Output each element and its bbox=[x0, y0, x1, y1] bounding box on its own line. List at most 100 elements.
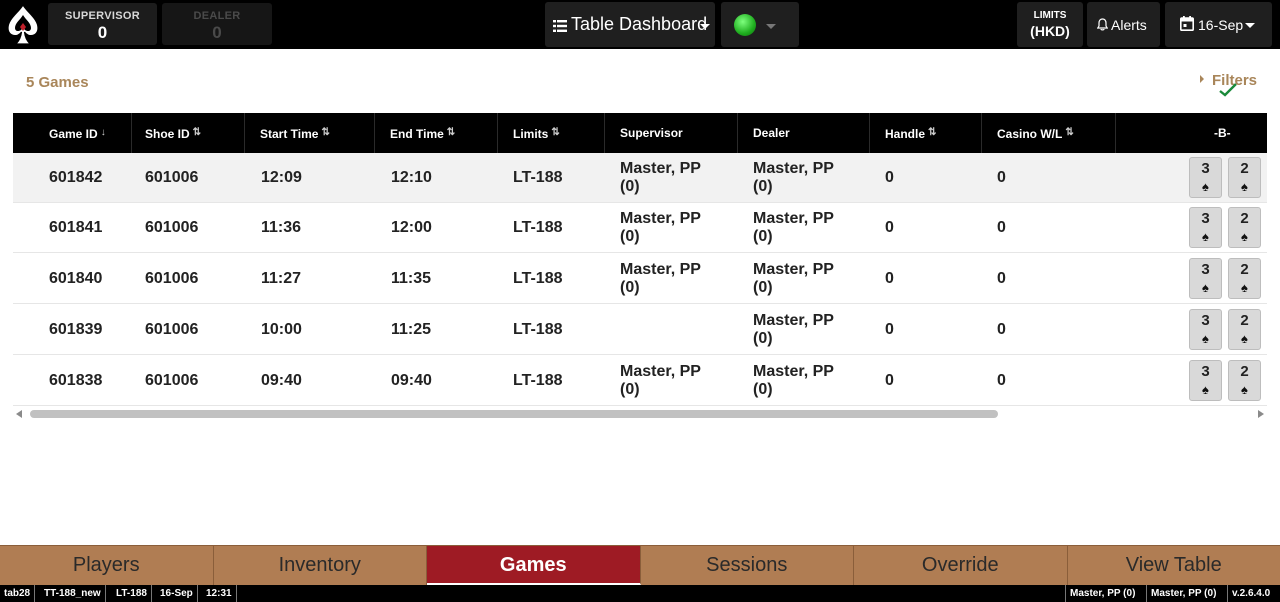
cell-supervisor: Master, PP (0) bbox=[620, 160, 701, 195]
status-date: 16-Sep bbox=[156, 585, 198, 602]
cell-shoe-id: 601006 bbox=[145, 321, 199, 338]
sort-icon: ⇅ bbox=[1065, 127, 1074, 138]
col-header-game-id[interactable]: Game ID ↓ bbox=[49, 113, 106, 153]
date-label: 16-Sep bbox=[1198, 17, 1244, 33]
cell-handle: 0 bbox=[885, 270, 894, 287]
table-row[interactable]: 601838 601006 09:40 09:40 LT-188 Master,… bbox=[13, 356, 1267, 406]
table-row[interactable]: 601839 601006 10:00 11:25 LT-188 Master,… bbox=[13, 305, 1267, 355]
spade-icon: ♠ bbox=[1241, 331, 1248, 346]
col-header-start-time[interactable]: Start Time ⇅ bbox=[260, 113, 330, 153]
cell-handle: 0 bbox=[885, 219, 894, 236]
cell-limits: LT-188 bbox=[513, 219, 563, 236]
spade-icon: ♠ bbox=[1241, 382, 1248, 397]
cell-game-id: 601838 bbox=[49, 372, 103, 389]
tab-inventory[interactable]: Inventory bbox=[214, 546, 427, 585]
filters-toggle[interactable]: Filters bbox=[1200, 72, 1257, 97]
spade-icon: ♠ bbox=[1202, 229, 1209, 244]
cell-start-time: 10:00 bbox=[261, 321, 302, 338]
cell-casino-wl: 0 bbox=[997, 169, 1006, 186]
cell-end-time: 09:40 bbox=[391, 372, 432, 389]
scroll-left-icon[interactable] bbox=[16, 410, 22, 418]
tab-games[interactable]: Games bbox=[427, 546, 641, 585]
alerts-button[interactable]: Alerts bbox=[1087, 2, 1160, 47]
playing-card: 3 ♠ bbox=[1189, 207, 1222, 248]
bell-icon bbox=[1097, 18, 1108, 31]
cell-end-time: 11:25 bbox=[391, 321, 432, 338]
cell-limits: LT-188 bbox=[513, 169, 563, 186]
dealer-count: DEALER 0 bbox=[162, 3, 272, 45]
status-limits: LT-188 bbox=[112, 585, 152, 602]
cell-start-time: 11:36 bbox=[261, 219, 302, 236]
table-dashboard-dropdown[interactable]: Table Dashboard bbox=[545, 2, 715, 47]
playing-card: 3 ♠ bbox=[1189, 309, 1222, 350]
scroll-right-icon[interactable] bbox=[1258, 410, 1264, 418]
chevron-right-icon bbox=[1200, 75, 1204, 83]
chevron-down-icon bbox=[766, 24, 776, 29]
status-dealer: Master, PP (0) bbox=[1146, 585, 1220, 602]
cell-shoe-id: 601006 bbox=[145, 270, 199, 287]
cell-game-id: 601842 bbox=[49, 169, 103, 186]
cell-handle: 0 bbox=[885, 321, 894, 338]
tab-view-table[interactable]: View Table bbox=[1068, 546, 1280, 585]
cell-supervisor: Master, PP (0) bbox=[620, 210, 701, 245]
cell-start-time: 11:27 bbox=[261, 270, 302, 287]
col-header-banker: -B- bbox=[1214, 126, 1231, 140]
table-horizontal-scrollbar[interactable] bbox=[13, 406, 1267, 422]
cell-casino-wl: 0 bbox=[997, 321, 1006, 338]
limits-button[interactable]: LIMITS (HKD) bbox=[1017, 2, 1083, 47]
cell-supervisor: Master, PP (0) bbox=[620, 261, 701, 296]
cell-limits: LT-188 bbox=[513, 372, 563, 389]
spade-logo-icon[interactable] bbox=[4, 3, 42, 47]
cell-casino-wl: 0 bbox=[997, 270, 1006, 287]
date-dropdown[interactable]: 16-Sep bbox=[1165, 2, 1272, 47]
cell-dealer: Master, PP (0) bbox=[753, 160, 834, 195]
cell-end-time: 12:10 bbox=[391, 169, 432, 186]
tab-players[interactable]: Players bbox=[0, 546, 214, 585]
col-header-casino-wl[interactable]: Casino W/L ⇅ bbox=[997, 113, 1074, 153]
calendar-icon bbox=[1180, 16, 1194, 31]
supervisor-value: 0 bbox=[97, 23, 108, 42]
top-bar: SUPERVISOR 0 DEALER 0 Table Dashboard LI… bbox=[0, 0, 1280, 49]
table-row[interactable]: 601842 601006 12:09 12:10 LT-188 Master,… bbox=[13, 153, 1267, 203]
sort-icon: ⇅ bbox=[446, 127, 456, 138]
col-header-end-time[interactable]: End Time ⇅ bbox=[390, 113, 455, 153]
cell-game-id: 601841 bbox=[49, 219, 103, 236]
status-table: TT-188_new bbox=[40, 585, 106, 602]
col-header-handle[interactable]: Handle ⇅ bbox=[885, 113, 936, 153]
spade-icon: ♠ bbox=[1241, 280, 1248, 295]
table-row[interactable]: 601841 601006 11:36 12:00 LT-188 Master,… bbox=[13, 203, 1267, 253]
cell-game-id: 601840 bbox=[49, 270, 103, 287]
playing-card: 3 ♠ bbox=[1189, 157, 1222, 198]
playing-card: 2 ♠ bbox=[1228, 309, 1261, 350]
spade-icon: ♠ bbox=[1202, 280, 1209, 295]
playing-card: 3 ♠ bbox=[1189, 360, 1222, 401]
cell-end-time: 11:35 bbox=[391, 270, 432, 287]
games-count: 5 Games bbox=[26, 74, 89, 91]
cell-casino-wl: 0 bbox=[997, 372, 1006, 389]
table-status-dropdown[interactable] bbox=[721, 2, 799, 47]
col-header-limits[interactable]: Limits ⇅ bbox=[513, 113, 560, 153]
cell-end-time: 12:00 bbox=[391, 219, 432, 236]
sort-icon: ⇅ bbox=[192, 127, 202, 138]
playing-card: 2 ♠ bbox=[1228, 360, 1261, 401]
cell-dealer: Master, PP (0) bbox=[753, 261, 834, 296]
status-bar: tab28 TT-188_new LT-188 16-Sep 12:31 Mas… bbox=[0, 585, 1280, 602]
limits-currency: (HKD) bbox=[1030, 23, 1070, 39]
spade-icon: ♠ bbox=[1202, 179, 1209, 194]
tab-sessions[interactable]: Sessions bbox=[641, 546, 854, 585]
col-header-dealer: Dealer bbox=[753, 126, 790, 140]
tab-override[interactable]: Override bbox=[854, 546, 1068, 585]
cell-casino-wl: 0 bbox=[997, 219, 1006, 236]
chevron-down-icon bbox=[700, 24, 710, 29]
cell-supervisor: Master, PP (0) bbox=[620, 363, 701, 398]
playing-card: 2 ♠ bbox=[1228, 258, 1261, 299]
sort-desc-icon: ↓ bbox=[100, 127, 106, 138]
status-terminal: tab28 bbox=[0, 585, 36, 602]
cell-dealer: Master, PP (0) bbox=[753, 210, 834, 245]
col-header-shoe-id[interactable]: Shoe ID ⇅ bbox=[145, 113, 201, 153]
table-row[interactable]: 601840 601006 11:27 11:35 LT-188 Master,… bbox=[13, 254, 1267, 304]
cell-start-time: 09:40 bbox=[261, 372, 302, 389]
playing-card: 2 ♠ bbox=[1228, 207, 1261, 248]
cell-shoe-id: 601006 bbox=[145, 219, 199, 236]
scrollbar-thumb[interactable] bbox=[30, 410, 998, 418]
